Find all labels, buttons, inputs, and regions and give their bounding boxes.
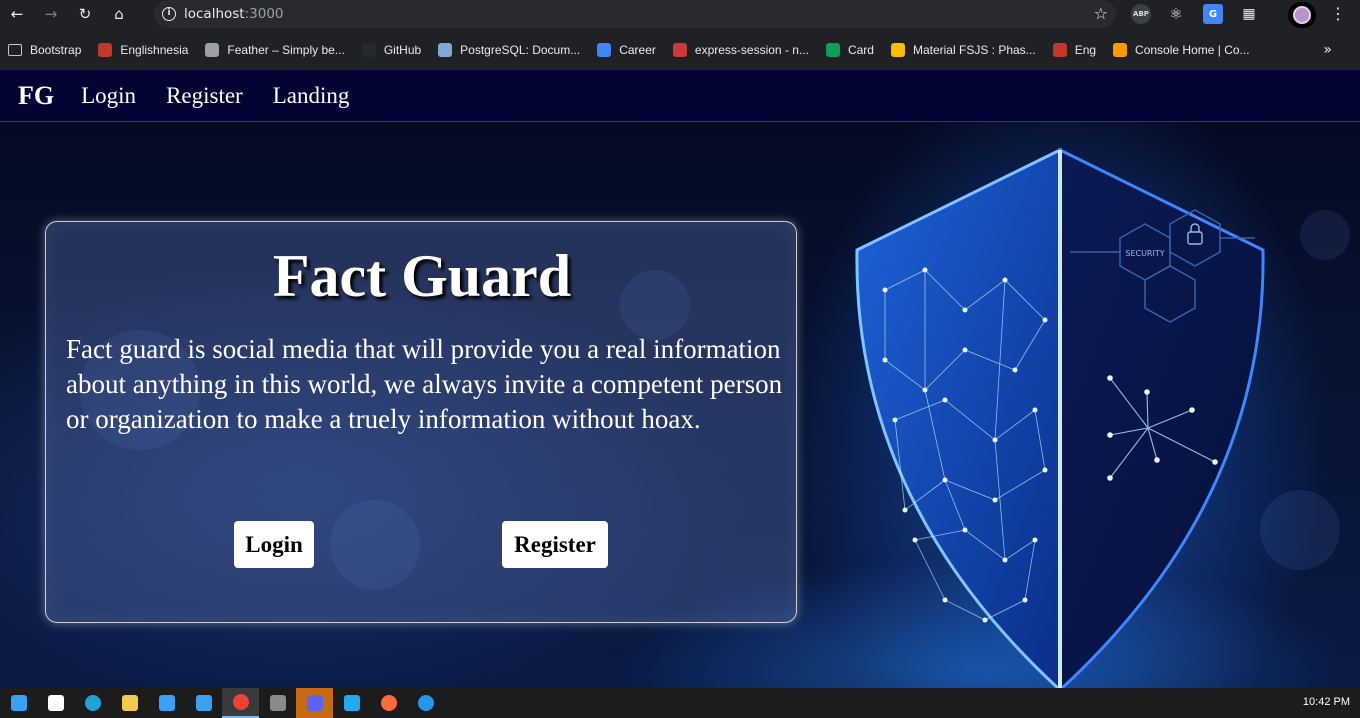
file-explorer-icon[interactable]	[111, 688, 148, 718]
taskbar-app-glyph	[158, 695, 175, 711]
npm-icon	[672, 43, 687, 57]
taskbar-app-glyph	[195, 695, 212, 711]
bookmark-label: PostgreSQL: Docum...	[460, 43, 581, 57]
taskbar-app-glyph	[343, 695, 360, 711]
bookmarks-overflow-icon[interactable]: »	[1323, 42, 1332, 58]
profile-avatar[interactable]	[1288, 2, 1316, 28]
taskbar-app-glyph	[121, 695, 138, 711]
task-view-icon[interactable]	[37, 688, 74, 718]
edge-icon[interactable]	[74, 688, 111, 718]
bookmark-label: Bootstrap	[30, 43, 82, 57]
home-icon[interactable]: ⌂	[102, 0, 136, 28]
browser-toolbar: ← → ↻ ⌂ i localhost:3000 ☆ ABP ⚛ G ▦ ⋮	[0, 0, 1360, 28]
taskbar-app-glyph	[47, 695, 64, 711]
taskbar-app-glyph	[269, 695, 286, 711]
adblock-plus-icon[interactable]: ABP	[1131, 4, 1151, 24]
folder-icon	[8, 44, 22, 56]
url-port: :3000	[244, 6, 284, 22]
postgresql-icon	[438, 43, 453, 57]
bookmark-label: Eng	[1074, 43, 1097, 57]
github-icon	[361, 43, 376, 57]
security-shield-illustration: SECURITY	[855, 147, 1265, 688]
bookmark-item[interactable]: Career	[597, 43, 656, 57]
nav-link-register[interactable]: Register	[166, 83, 243, 109]
app-navbar: FG Login Register Landing	[0, 70, 1360, 122]
aws-icon	[1113, 43, 1128, 57]
calculator-icon[interactable]	[259, 688, 296, 718]
register-button[interactable]: Register	[502, 521, 608, 568]
store-icon[interactable]	[148, 688, 185, 718]
bookmark-item[interactable]: Bootstrap	[8, 43, 81, 57]
bookmark-label: Console Home | Co...	[1135, 43, 1250, 57]
taskbar-app-glyph	[84, 695, 101, 711]
postman-icon[interactable]	[370, 688, 407, 718]
google-translate-icon[interactable]: G	[1203, 4, 1223, 24]
bookmark-label: Material FSJS : Phas...	[912, 43, 1036, 57]
taskbar-app-glyph	[10, 695, 27, 711]
windows-taskbar: 10:42 PM	[0, 688, 1360, 718]
url-host: localhost	[184, 6, 245, 22]
extensions-puzzle-icon[interactable]: ▦	[1239, 4, 1259, 24]
bookmark-label: Feather – Simply be...	[227, 43, 345, 57]
bookmark-label: express-session - n...	[694, 43, 809, 57]
taskbar-app-glyph	[306, 695, 323, 711]
bookmark-item[interactable]: Eng	[1052, 43, 1097, 57]
react-devtools-icon[interactable]: ⚛	[1166, 4, 1186, 24]
bookmark-item[interactable]: Englishnesia	[98, 43, 188, 57]
eng-icon	[1052, 43, 1067, 57]
bookmark-label: GitHub	[383, 43, 422, 57]
back-icon[interactable]: ←	[0, 0, 34, 28]
nav-link-landing[interactable]: Landing	[273, 83, 350, 109]
taskbar-app-glyph	[232, 694, 249, 710]
discord-icon[interactable]	[296, 688, 333, 718]
bookmark-star-icon[interactable]: ☆	[1094, 4, 1108, 23]
reload-icon[interactable]: ↻	[68, 0, 102, 28]
nav-link-login[interactable]: Login	[81, 83, 136, 109]
drive-icon	[890, 43, 905, 57]
start-icon[interactable]	[0, 688, 37, 718]
taskbar-app-glyph	[417, 695, 434, 711]
bookmark-label: Career	[619, 43, 656, 57]
bookmark-item[interactable]: Card	[825, 43, 874, 57]
sheets-icon	[825, 43, 840, 57]
page-viewport: FG Login Register Landing SECURITY Fact …	[0, 70, 1360, 688]
mail-icon[interactable]	[185, 688, 222, 718]
url-text[interactable]: localhost:3000	[184, 6, 284, 22]
browser-menu-icon[interactable]: ⋮	[1330, 4, 1346, 23]
bookmark-item[interactable]: Console Home | Co...	[1113, 43, 1250, 57]
bookmark-item[interactable]: GitHub	[361, 43, 422, 57]
hero-card: Fact Guard Fact guard is social media th…	[45, 221, 797, 623]
bookmark-label: Englishnesia	[120, 43, 189, 57]
bookmarks-bar: Bootstrap Englishnesia Feather – Simply be…	[0, 34, 1360, 66]
taskbar-clock[interactable]: 10:42 PM	[1303, 696, 1350, 708]
site-info-icon[interactable]: i	[154, 7, 184, 21]
vscode-icon[interactable]	[333, 688, 370, 718]
bookmark-item[interactable]: Material FSJS : Phas...	[890, 43, 1036, 57]
hero-description: Fact guard is social media that will pro…	[66, 334, 783, 434]
docker-icon[interactable]	[407, 688, 444, 718]
bookmark-item[interactable]: express-session - n...	[672, 43, 809, 57]
englishnesia-icon	[98, 43, 113, 57]
docs-icon	[597, 43, 612, 57]
bookmark-item[interactable]: PostgreSQL: Docum...	[438, 43, 580, 57]
brand-logo[interactable]: FG	[18, 81, 54, 111]
shield-security-label: SECURITY	[1125, 249, 1164, 258]
address-bar[interactable]: i localhost:3000 ☆	[154, 0, 1116, 28]
feather-icon	[205, 43, 220, 57]
login-button[interactable]: Login	[234, 521, 314, 568]
chrome-icon[interactable]	[222, 688, 259, 718]
bookmark-label: Card	[847, 43, 874, 57]
hero-title: Fact Guard	[272, 243, 572, 309]
taskbar-app-glyph	[380, 695, 397, 711]
forward-icon[interactable]: →	[34, 0, 68, 28]
bookmark-item[interactable]: Feather – Simply be...	[205, 43, 345, 57]
